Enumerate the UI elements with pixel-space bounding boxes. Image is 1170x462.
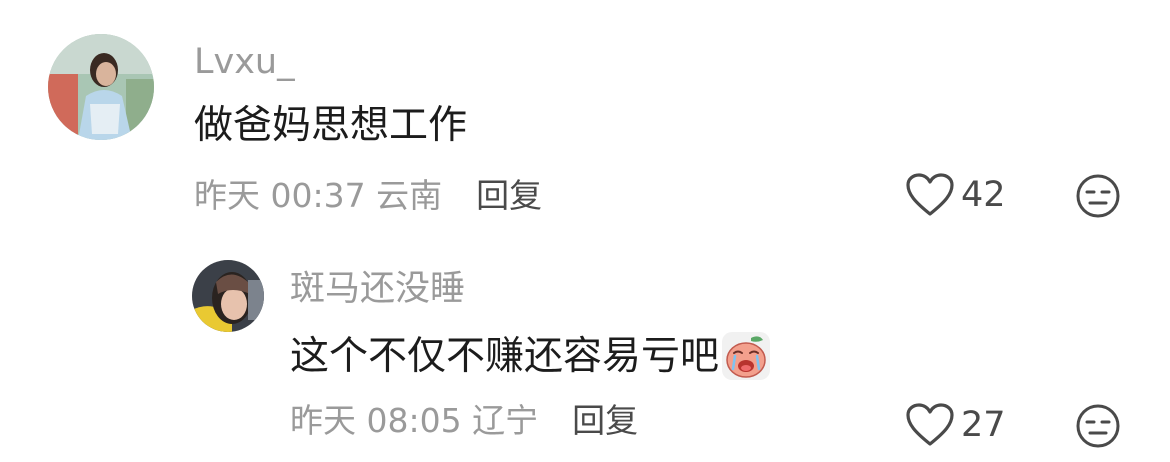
dislike-button[interactable]	[1075, 403, 1121, 453]
comment-time-location: 昨天 08:05 辽宁	[290, 401, 539, 440]
neutral-face-icon	[1076, 174, 1120, 218]
dislike-button[interactable]	[1075, 173, 1121, 223]
comment-time-location: 昨天 00:37 云南	[194, 176, 443, 215]
comment-text: 这个不仅不赚还容易亏吧	[290, 330, 771, 382]
reply-button[interactable]: 回复	[572, 404, 638, 437]
heart-outline-icon	[906, 173, 954, 216]
like-count: 27	[961, 404, 1006, 445]
comment-item: Lvxu_ 做爸妈思想工作 昨天 00:37 云南 回复 42	[0, 0, 1170, 230]
user-avatar[interactable]	[48, 34, 154, 140]
crying-peach-sticker	[721, 331, 771, 381]
neutral-face-icon	[1076, 404, 1120, 448]
user-avatar[interactable]	[192, 260, 264, 332]
comment-text: 做爸妈思想工作	[194, 106, 467, 145]
avatar-photo-icon	[192, 260, 264, 332]
reply-comment-item: 斑马还没睡 这个不仅不赚还容易亏吧 昨天 08:05 辽宁 回复 27	[0, 230, 1170, 462]
heart-outline-icon	[906, 403, 954, 446]
like-button[interactable]: 27	[905, 402, 1006, 448]
username[interactable]: Lvxu_	[194, 45, 295, 80]
like-count: 42	[961, 174, 1006, 215]
comment-meta: 昨天 08:05 辽宁 回复	[290, 404, 638, 437]
comment-text-content: 做爸妈思想工作	[194, 103, 468, 148]
reply-button[interactable]: 回复	[476, 179, 542, 212]
comment-text-content: 这个不仅不赚还容易亏吧	[290, 333, 720, 379]
username[interactable]: 斑马还没睡	[290, 272, 465, 307]
comment-meta: 昨天 00:37 云南 回复	[194, 179, 542, 212]
like-button[interactable]: 42	[905, 172, 1006, 218]
avatar-photo-icon	[48, 34, 154, 140]
